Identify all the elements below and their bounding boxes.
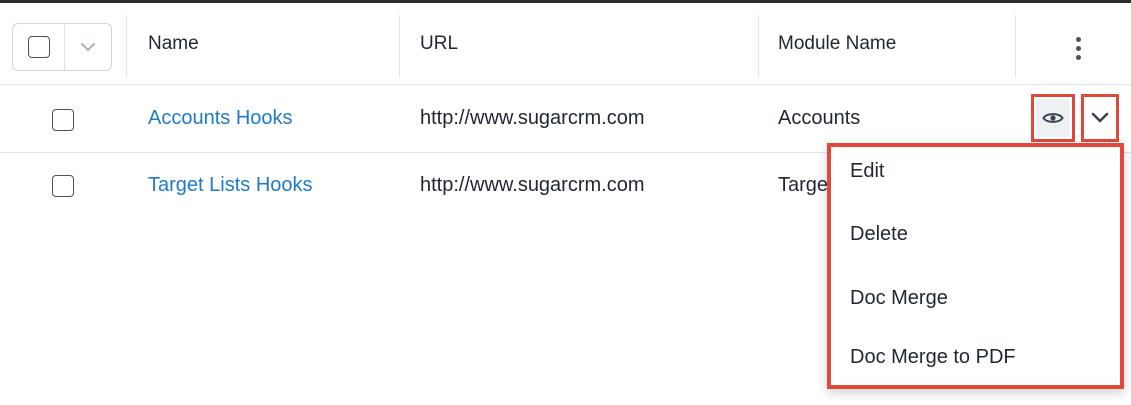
record-url: http://www.sugarcrm.com — [420, 174, 645, 196]
select-all-cell — [13, 24, 65, 70]
list-header: Name URL Module Name — [0, 3, 1131, 85]
chevron-down-icon — [1091, 112, 1109, 123]
column-header-name[interactable]: Name — [148, 33, 199, 55]
column-header-url[interactable]: URL — [420, 33, 458, 55]
eye-icon — [1042, 113, 1064, 123]
row-checkbox[interactable] — [52, 175, 74, 197]
row-checkbox[interactable] — [52, 109, 74, 131]
record-module-name: Accounts — [778, 107, 861, 129]
column-divider — [1015, 15, 1016, 77]
record-url: http://www.sugarcrm.com — [420, 107, 645, 129]
column-header-module-name[interactable]: Module Name — [778, 33, 896, 55]
row-actions-menu: Edit Delete Doc Merge Doc Merge to PDF — [827, 143, 1124, 389]
record-name-link[interactable]: Target Lists Hooks — [148, 174, 313, 197]
mass-actions-toggle[interactable] — [65, 24, 111, 70]
menu-item-edit[interactable]: Edit — [850, 160, 884, 183]
record-module-name: Targe — [778, 174, 829, 196]
record-name-link[interactable]: Accounts Hooks — [148, 107, 293, 130]
preview-button[interactable] — [1031, 94, 1075, 142]
column-settings-icon[interactable] — [1066, 33, 1090, 63]
select-all-checkbox[interactable] — [27, 36, 50, 58]
column-divider — [399, 15, 400, 77]
menu-item-doc-merge-to-pdf[interactable]: Doc Merge to PDF — [850, 346, 1016, 369]
preview-button-face — [1036, 99, 1070, 137]
column-divider — [758, 15, 759, 77]
menu-item-doc-merge[interactable]: Doc Merge — [850, 287, 948, 310]
mass-select-widget[interactable] — [12, 23, 112, 71]
menu-item-delete[interactable]: Delete — [850, 223, 908, 246]
row-actions-toggle[interactable] — [1081, 94, 1119, 142]
column-divider — [126, 15, 127, 77]
chevron-down-icon — [81, 43, 95, 51]
